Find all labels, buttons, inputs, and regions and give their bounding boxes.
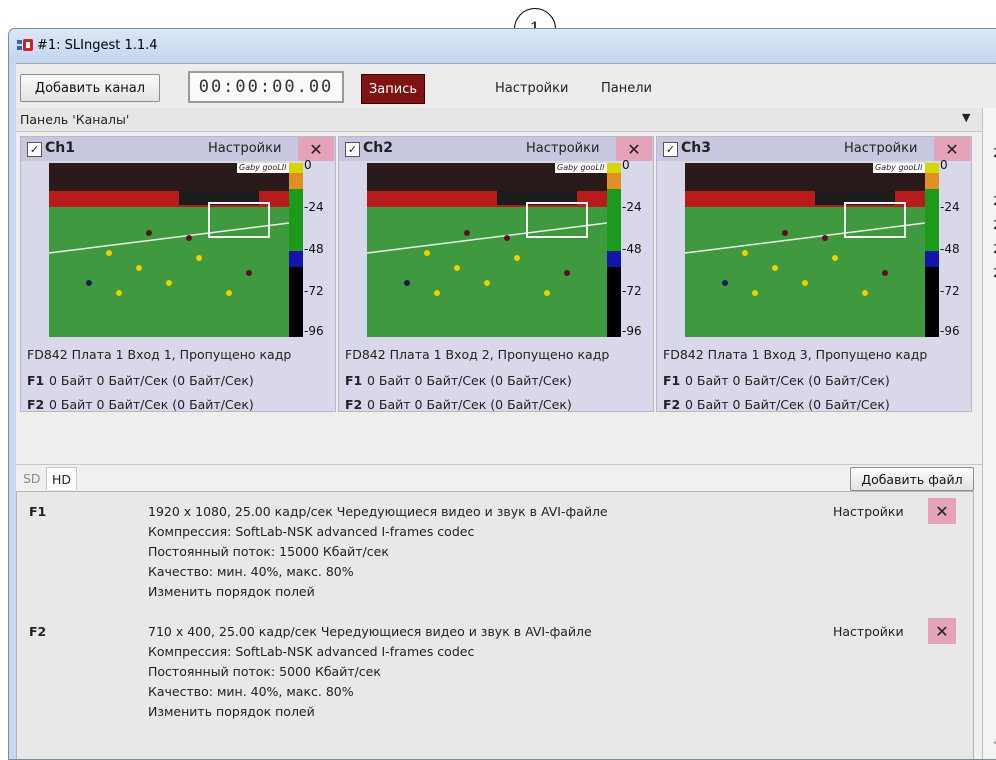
meter-tick: 0 <box>622 158 630 172</box>
tab-hd[interactable]: HD <box>46 467 78 490</box>
channel-header: ✓ Ch3 Настройки ✕ <box>657 137 971 161</box>
video-preview: Gaby gooLIl <box>367 163 607 337</box>
audio-level-meter: 0 -24 -48 -72 -96 <box>289 158 324 338</box>
file-settings-link[interactable]: Настройки <box>833 504 904 519</box>
meter-tick: -24 <box>304 200 324 214</box>
video-frame <box>367 163 607 337</box>
audio-level-meter: 0 -24 -48 -72 -96 <box>925 158 960 338</box>
channel-name: Ch1 <box>45 140 75 156</box>
menu-panels[interactable]: Панели <box>601 81 652 96</box>
stream-f1-stats: 0 Байт 0 Байт/Сек (0 Байт/Сек) <box>685 373 890 388</box>
meter-tick: -96 <box>940 324 960 338</box>
stream-f1-stats: 0 Байт 0 Байт/Сек (0 Байт/Сек) <box>367 373 572 388</box>
file-bitrate-line: Постоянный поток: 5000 Кбайт/сек <box>148 664 381 679</box>
record-timer: 00:00:00.00 <box>188 71 344 103</box>
file-list: F1 1920 x 1080, 25.00 кадр/сек Чередующи… <box>16 491 974 759</box>
right-side-panel: 2 2 2 2 2 ◀ <box>982 108 996 759</box>
channel-source-text: FD842 Плата 1 Вход 3, Пропущено кадр <box>663 347 928 362</box>
channel-header: ✓ Ch2 Настройки ✕ <box>339 137 653 161</box>
file-quality-line: Качество: мин. 40%, макс. 80% <box>148 564 354 579</box>
file-compression-line: Компрессия: SoftLab-NSK advanced I-frame… <box>148 644 475 659</box>
tab-sd[interactable]: SD <box>18 467 46 489</box>
channel-source-text: FD842 Плата 1 Вход 1, Пропущено кадр <box>27 347 292 362</box>
app-window: #1: SLIngest 1.1.4 Добавить канал 00:00:… <box>8 28 996 760</box>
file-close-button[interactable]: ✕ <box>928 618 956 644</box>
meter-tick: 0 <box>940 158 948 172</box>
video-overlay-text: Gaby gooLIl <box>557 163 605 172</box>
video-frame <box>49 163 289 337</box>
channel-header: ✓ Ch1 Настройки ✕ <box>21 137 335 161</box>
video-overlay-text: Gaby gooLIl <box>875 163 923 172</box>
meter-tick: -24 <box>940 200 960 214</box>
video-preview: Gaby gooLIl <box>685 163 925 337</box>
channel-card-2: ✓ Ch2 Настройки ✕ Gaby gooLIl 0 -24 -48 … <box>338 136 654 412</box>
window-title: #1: SLIngest 1.1.4 <box>37 38 158 53</box>
stream-f1-label: F1 <box>345 373 363 388</box>
file-bitrate-line: Постоянный поток: 15000 Кбайт/сек <box>148 544 389 559</box>
stream-f2-label: F2 <box>27 397 45 412</box>
toolbar: Добавить канал 00:00:00.00 Запись Настро… <box>16 64 996 109</box>
meter-tick: -72 <box>622 284 642 298</box>
meter-tick: -72 <box>304 284 324 298</box>
meter-tick: -24 <box>622 200 642 214</box>
channel-enable-checkbox[interactable]: ✓ <box>663 142 678 157</box>
files-panel: SD HD Добавить файл F1 1920 x 1080, 25.0… <box>16 464 982 759</box>
file-label: F1 <box>29 504 47 519</box>
channel-card-1: ✓ Ch1 Настройки ✕ Gaby gooLIl 0 -24 -48 … <box>20 136 336 412</box>
file-quality-line: Качество: мин. 40%, макс. 80% <box>148 684 354 699</box>
channel-name: Ch3 <box>681 140 711 156</box>
record-button[interactable]: Запись <box>361 74 425 104</box>
audio-level-meter: 0 -24 -48 -72 -96 <box>607 158 642 338</box>
channel-settings-link[interactable]: Настройки <box>208 141 281 156</box>
meter-tick: -48 <box>622 242 642 256</box>
file-field-order-link[interactable]: Изменить порядок полей <box>148 584 315 599</box>
video-frame <box>685 163 925 337</box>
stream-f1-label: F1 <box>27 373 45 388</box>
stream-f2-stats: 0 Байт 0 Байт/Сек (0 Байт/Сек) <box>685 397 890 412</box>
stream-f2-stats: 0 Байт 0 Байт/Сек (0 Байт/Сек) <box>49 397 254 412</box>
meter-tick: -48 <box>940 242 960 256</box>
meter-tick: -96 <box>304 324 324 338</box>
channels-panel-header: Панель 'Каналы' ▼ <box>16 108 982 132</box>
title-bar: #1: SLIngest 1.1.4 <box>9 29 996 63</box>
channel-settings-link[interactable]: Настройки <box>844 141 917 156</box>
channel-name: Ch2 <box>363 140 393 156</box>
stream-f1-stats: 0 Байт 0 Байт/Сек (0 Байт/Сек) <box>49 373 254 388</box>
meter-tick: 0 <box>304 158 312 172</box>
window-content: Добавить канал 00:00:00.00 Запись Настро… <box>16 63 996 759</box>
channels-panel-title: Панель 'Каналы' <box>20 112 130 127</box>
channel-card-3: ✓ Ch3 Настройки ✕ Gaby gooLIl 0 -24 -48 … <box>656 136 972 412</box>
channels-panel: ✓ Ch1 Настройки ✕ Gaby gooLIl 0 -24 -48 … <box>16 132 982 462</box>
stream-f2-label: F2 <box>345 397 363 412</box>
video-overlay-text: Gaby gooLIl <box>239 163 287 172</box>
file-compression-line: Компрессия: SoftLab-NSK advanced I-frame… <box>148 524 475 539</box>
app-icon <box>17 39 33 51</box>
dropdown-arrow-icon[interactable]: ▼ <box>962 111 970 124</box>
stream-f2-stats: 0 Байт 0 Байт/Сек (0 Байт/Сек) <box>367 397 572 412</box>
channel-enable-checkbox[interactable]: ✓ <box>345 142 360 157</box>
file-label: F2 <box>29 624 47 639</box>
meter-tick: -72 <box>940 284 960 298</box>
channel-source-text: FD842 Плата 1 Вход 2, Пропущено кадр <box>345 347 610 362</box>
meter-tick: -48 <box>304 242 324 256</box>
file-format-line: 710 x 400, 25.00 кадр/сек Чередующиеся в… <box>148 624 592 639</box>
channel-enable-checkbox[interactable]: ✓ <box>27 142 42 157</box>
file-field-order-link[interactable]: Изменить порядок полей <box>148 704 315 719</box>
video-preview: Gaby gooLIl <box>49 163 289 337</box>
add-channel-button[interactable]: Добавить канал <box>20 74 160 102</box>
menu-settings[interactable]: Настройки <box>495 81 568 96</box>
file-close-button[interactable]: ✕ <box>928 498 956 524</box>
add-file-button[interactable]: Добавить файл <box>850 467 974 491</box>
stream-f1-label: F1 <box>663 373 681 388</box>
file-settings-link[interactable]: Настройки <box>833 624 904 639</box>
meter-tick: -96 <box>622 324 642 338</box>
file-format-line: 1920 x 1080, 25.00 кадр/сек Чередующиеся… <box>148 504 608 519</box>
stream-f2-label: F2 <box>663 397 681 412</box>
channel-settings-link[interactable]: Настройки <box>526 141 599 156</box>
